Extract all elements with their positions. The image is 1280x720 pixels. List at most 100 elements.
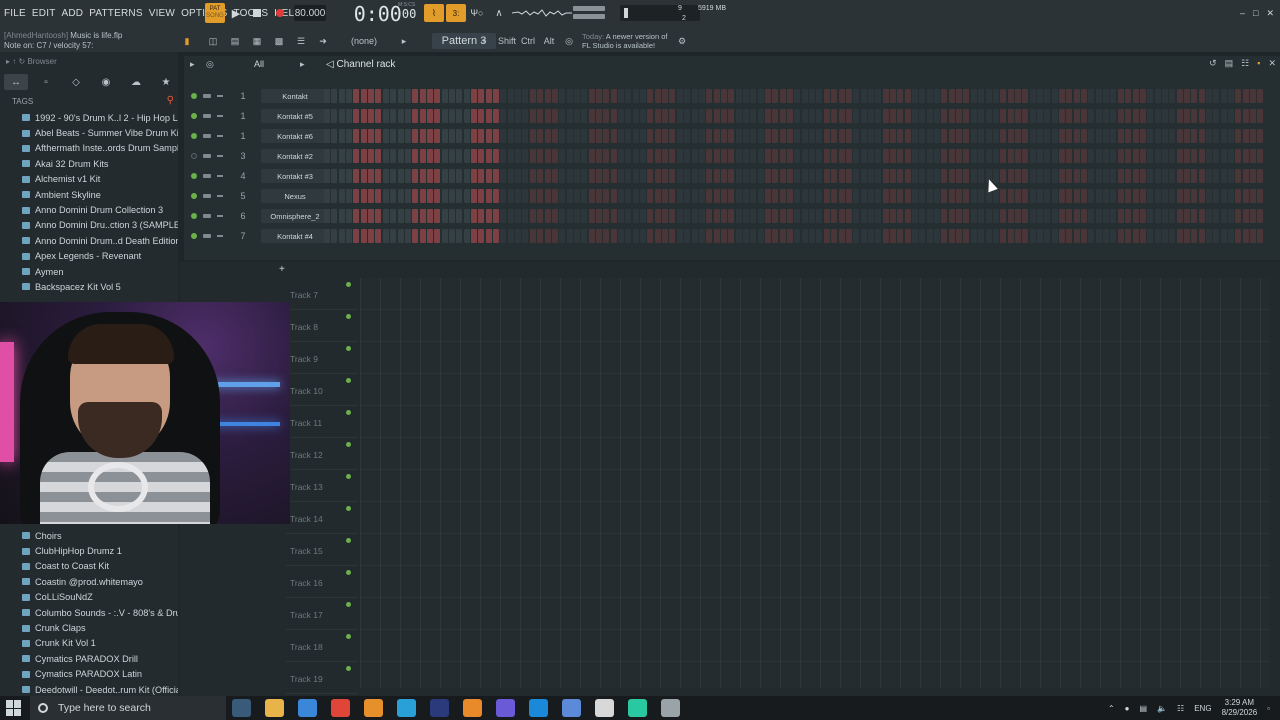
- track-mute-led[interactable]: [346, 474, 351, 479]
- step-button[interactable]: [625, 149, 632, 163]
- step-button[interactable]: [1161, 89, 1168, 103]
- step-button[interactable]: [434, 109, 441, 123]
- step-button[interactable]: [324, 169, 330, 183]
- step-button[interactable]: [794, 109, 801, 123]
- step-button[interactable]: [1044, 149, 1051, 163]
- step-button[interactable]: [720, 229, 727, 243]
- step-button[interactable]: [1147, 209, 1154, 223]
- step-button[interactable]: [1081, 169, 1088, 183]
- step-button[interactable]: [772, 209, 779, 223]
- step-button[interactable]: [941, 149, 948, 163]
- step-button[interactable]: [537, 169, 544, 183]
- step-button[interactable]: [912, 149, 918, 163]
- volume-icon[interactable]: 🔈: [1157, 704, 1167, 713]
- step-button[interactable]: [809, 169, 816, 183]
- step-button[interactable]: [1206, 89, 1212, 103]
- step-button[interactable]: [551, 169, 558, 183]
- step-button[interactable]: [338, 89, 345, 103]
- step-button[interactable]: [426, 229, 433, 243]
- step-button[interactable]: [662, 169, 669, 183]
- step-button[interactable]: [1235, 129, 1242, 143]
- step-button[interactable]: [684, 169, 691, 183]
- step-button[interactable]: [853, 149, 860, 163]
- step-button[interactable]: [1088, 189, 1095, 203]
- browser-plugin-icon[interactable]: ◇: [64, 74, 88, 90]
- piano-roll-icon[interactable]: ▦: [248, 33, 266, 49]
- step-button[interactable]: [1132, 229, 1139, 243]
- folder-item[interactable]: Anno Domini Drum Collection 3: [0, 202, 178, 217]
- step-button[interactable]: [493, 209, 500, 223]
- step-button[interactable]: [956, 89, 963, 103]
- menu-file[interactable]: FILE: [4, 8, 26, 19]
- step-button[interactable]: [728, 209, 735, 223]
- step-button[interactable]: [669, 149, 676, 163]
- step-button[interactable]: [368, 189, 375, 203]
- step-button[interactable]: [368, 109, 375, 123]
- step-button[interactable]: [845, 209, 852, 223]
- step-button[interactable]: [434, 169, 441, 183]
- channel-pan-knob[interactable]: [203, 94, 211, 98]
- step-button[interactable]: [632, 189, 639, 203]
- step-button[interactable]: [338, 129, 345, 143]
- pat-song-toggle[interactable]: PAT SONG: [205, 3, 225, 23]
- step-button[interactable]: [845, 229, 852, 243]
- channel-mixer-track[interactable]: 4: [231, 171, 255, 181]
- step-button[interactable]: [1220, 89, 1227, 103]
- folder-item[interactable]: Crunk Claps: [0, 620, 178, 635]
- step-button[interactable]: [1073, 129, 1080, 143]
- step-button[interactable]: [684, 129, 691, 143]
- step-button[interactable]: [889, 229, 896, 243]
- step-button[interactable]: [1022, 169, 1029, 183]
- step-button[interactable]: [544, 169, 551, 183]
- step-button[interactable]: [478, 149, 485, 163]
- step-button[interactable]: [390, 229, 397, 243]
- browser-star-icon[interactable]: ★: [154, 74, 178, 90]
- step-button[interactable]: [816, 89, 823, 103]
- step-button[interactable]: [934, 129, 941, 143]
- step-button[interactable]: [654, 89, 661, 103]
- pattern-prev-icon[interactable]: ▸: [398, 33, 410, 49]
- step-button[interactable]: [765, 129, 771, 143]
- step-button[interactable]: [889, 209, 896, 223]
- step-button[interactable]: [471, 149, 477, 163]
- step-button[interactable]: [801, 109, 808, 123]
- step-button[interactable]: [390, 209, 397, 223]
- step-button[interactable]: [404, 169, 411, 183]
- step-button[interactable]: [412, 169, 419, 183]
- step-button[interactable]: [1228, 149, 1235, 163]
- step-button[interactable]: [382, 149, 389, 163]
- step-button[interactable]: [1147, 229, 1154, 243]
- channel-volume-knob[interactable]: [217, 95, 223, 97]
- step-button[interactable]: [1029, 129, 1036, 143]
- step-button[interactable]: [1176, 189, 1183, 203]
- step-button[interactable]: [353, 189, 360, 203]
- step-button[interactable]: [713, 149, 720, 163]
- track-mute-led[interactable]: [346, 634, 351, 639]
- step-button[interactable]: [1088, 109, 1095, 123]
- step-button[interactable]: [456, 209, 463, 223]
- step-button[interactable]: [1036, 129, 1043, 143]
- step-button[interactable]: [1220, 149, 1227, 163]
- step-button[interactable]: [1169, 229, 1176, 243]
- folder-item[interactable]: Afthermath Inste..ords Drum Samples: [0, 141, 178, 156]
- step-button[interactable]: [772, 109, 779, 123]
- step-button[interactable]: [375, 169, 382, 183]
- step-button[interactable]: [1154, 89, 1161, 103]
- taskbar-search[interactable]: Type here to search: [30, 696, 226, 720]
- step-button[interactable]: [912, 109, 918, 123]
- menu-patterns[interactable]: PATTERNS: [89, 8, 142, 19]
- step-button[interactable]: [845, 109, 852, 123]
- folder-item[interactable]: Deedotwill - Deedot..rum Kit (Official): [0, 682, 178, 697]
- step-button[interactable]: [1176, 209, 1183, 223]
- step-button[interactable]: [823, 149, 830, 163]
- step-button[interactable]: [1183, 209, 1190, 223]
- step-button[interactable]: [654, 229, 661, 243]
- close-rack-icon[interactable]: ✕: [1268, 58, 1276, 69]
- step-button[interactable]: [860, 229, 867, 243]
- step-button[interactable]: [397, 189, 404, 203]
- step-button[interactable]: [698, 149, 705, 163]
- step-button[interactable]: [1161, 129, 1168, 143]
- step-button[interactable]: [1117, 109, 1124, 123]
- rack-menu-icon[interactable]: ▸: [190, 59, 195, 70]
- step-button[interactable]: [654, 109, 661, 123]
